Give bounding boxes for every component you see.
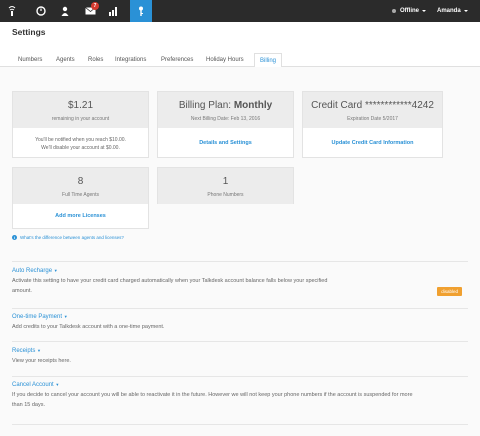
update-credit-card-link[interactable]: Update Credit Card Information xyxy=(303,140,442,146)
page-title: Settings xyxy=(12,27,46,37)
billing-plan-name: Monthly xyxy=(233,100,273,111)
agents-vs-licenses-link[interactable]: i What's the difference between agents a… xyxy=(12,235,124,240)
tab-holiday-hours[interactable]: Holiday Hours xyxy=(206,53,244,67)
info-icon: i xyxy=(12,235,17,240)
auto-recharge-text-line1: Activate this setting to have your credi… xyxy=(12,278,328,284)
tab-integrations[interactable]: Integrations xyxy=(115,53,146,67)
chevron-down-icon xyxy=(422,10,426,12)
billing-plan-title: Billing Plan: Monthly xyxy=(158,92,293,111)
admin-key-icon[interactable] xyxy=(130,0,152,22)
user-menu-dropdown[interactable]: Amanda xyxy=(437,0,468,22)
cancel-account-title: Cancel Account xyxy=(12,382,54,388)
tab-agents[interactable]: Agents xyxy=(56,53,75,67)
auto-recharge-section: Auto Recharge ▼ Activate this setting to… xyxy=(12,268,468,296)
reports-icon[interactable] xyxy=(104,0,124,22)
receipts-section: Receipts ▼ View your receipts here. xyxy=(12,348,468,366)
balance-amount: $1.21 xyxy=(67,100,94,111)
availability-status-dropdown[interactable]: Offline xyxy=(392,0,426,22)
phone-numbers-card: 1 Phone Numbers xyxy=(157,167,294,204)
balance-card: $1.21 remaining in your account You'll b… xyxy=(12,91,149,158)
inbox-icon[interactable]: 7 xyxy=(80,0,100,22)
agents-label: Full Time Agents xyxy=(62,192,99,198)
status-dot xyxy=(392,9,396,13)
contacts-icon[interactable] xyxy=(55,0,75,22)
balance-card-body: You'll be notified when you reach $10.00… xyxy=(13,128,148,152)
disable-threshold-text: We'll disable your account at $0.00. xyxy=(41,145,120,151)
tab-roles[interactable]: Roles xyxy=(88,53,103,67)
tab-billing[interactable]: Billing xyxy=(254,53,283,68)
caret-down-icon: ▼ xyxy=(53,268,58,273)
cancel-account-section: Cancel Account ▼ If you decide to cancel… xyxy=(12,382,468,410)
top-navigation-bar: 7 Offline Amanda xyxy=(0,0,480,22)
divider xyxy=(12,424,468,425)
credit-card-expiration: Expiration Date 5/2017 xyxy=(347,116,398,122)
user-name: Amanda xyxy=(437,8,461,14)
billing-plan-card: Billing Plan: Monthly Next Billing Date:… xyxy=(157,91,294,158)
one-time-payment-description: Add credits to your Talkdesk account wit… xyxy=(12,324,165,330)
one-time-payment-toggle[interactable]: One-time Payment ▼ xyxy=(12,314,468,320)
details-and-settings-link[interactable]: Details and Settings xyxy=(158,140,293,146)
auto-recharge-text-line2: amount. xyxy=(12,288,32,294)
tab-numbers[interactable]: Numbers xyxy=(18,53,42,67)
caret-down-icon: ▼ xyxy=(63,314,68,319)
caret-down-icon: ▼ xyxy=(37,348,41,353)
balance-card-header: $1.21 remaining in your account xyxy=(13,92,148,128)
auto-recharge-description: Activate this setting to have your credi… xyxy=(12,276,382,296)
receipts-description: View your receipts here. xyxy=(12,358,71,364)
talkdesk-logo-icon[interactable] xyxy=(2,0,22,22)
divider xyxy=(12,341,468,342)
billing-plan-prefix: Billing Plan: xyxy=(178,100,234,111)
phone-numbers-count: 1 xyxy=(222,176,229,187)
one-time-payment-section: One-time Payment ▼ Add credits to your T… xyxy=(12,314,468,332)
receipts-toggle[interactable]: Receipts ▼ xyxy=(12,348,468,354)
cancel-account-toggle[interactable]: Cancel Account ▼ xyxy=(12,382,468,388)
divider xyxy=(12,261,468,262)
inbox-badge: 7 xyxy=(91,2,99,10)
add-more-licenses-link[interactable]: Add more Licenses xyxy=(13,213,148,219)
auto-recharge-toggle[interactable]: Auto Recharge ▼ xyxy=(12,268,468,274)
receipts-title: Receipts xyxy=(12,348,36,354)
dashboard-icon[interactable] xyxy=(31,0,51,22)
agents-count: 8 xyxy=(77,176,84,187)
phone-numbers-header: 1 Phone Numbers xyxy=(158,168,293,204)
balance-caption: remaining in your account xyxy=(51,116,110,122)
agents-vs-licenses-label: What's the difference between agents and… xyxy=(20,235,124,240)
settings-tabs: Numbers Agents Roles Integrations Prefer… xyxy=(0,50,480,68)
caret-down-icon: ▼ xyxy=(55,382,60,387)
agents-card-header: 8 Full Time Agents xyxy=(13,168,148,204)
cancel-account-description: If you decide to cancel your account you… xyxy=(12,390,468,410)
cancel-account-text-line2: than 15 days. xyxy=(12,402,46,408)
next-billing-date: Next Billing Date: Feb 13, 2016 xyxy=(190,116,261,122)
status-label: Offline xyxy=(400,8,419,14)
credit-card-header: Credit Card ************4242 Expiration … xyxy=(303,92,442,128)
phone-numbers-label: Phone Numbers xyxy=(207,192,244,198)
cancel-account-text-line1: If you decide to cancel your account you… xyxy=(12,392,413,398)
divider xyxy=(12,308,468,309)
divider xyxy=(12,376,468,377)
agents-card: 8 Full Time Agents Add more Licenses xyxy=(12,167,149,229)
chevron-down-icon xyxy=(463,10,468,12)
one-time-payment-title: One-time Payment xyxy=(12,314,63,320)
notify-threshold-text: You'll be notified when you reach $10.00… xyxy=(35,137,126,143)
credit-card-number: Credit Card ************4242 xyxy=(311,100,434,111)
tab-preferences[interactable]: Preferences xyxy=(161,53,193,67)
billing-plan-header: Billing Plan: Monthly Next Billing Date:… xyxy=(158,92,293,128)
credit-card-card: Credit Card ************4242 Expiration … xyxy=(302,91,443,158)
auto-recharge-title: Auto Recharge xyxy=(12,268,53,274)
disabled-status-badge: disabled xyxy=(437,287,462,296)
